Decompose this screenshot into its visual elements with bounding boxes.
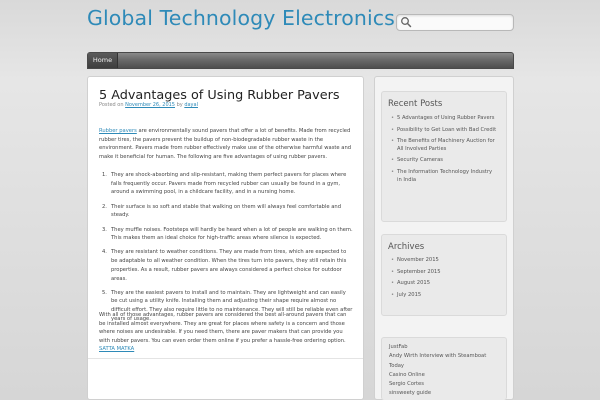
list-item: 1. They are shock-absorbing and slip-resi… [102,171,353,197]
list-item-text: They are resistant to weather conditions… [111,249,347,282]
archive-link[interactable]: • August 2015 [391,280,497,288]
archive-label: November 2015 [397,257,439,263]
recent-posts-heading: Recent Posts [388,99,443,109]
post-divider [88,358,363,359]
archives-heading: Archives [388,242,425,252]
recent-post-label: The Benefits of Machinery Auction for Al… [397,138,495,152]
recent-post-link[interactable]: • 5 Advantages of Using Rubber Pavers [391,115,497,123]
list-item-text: Their surface is so soft and stable that… [111,203,341,219]
bullet-icon: • [391,291,395,298]
nav-item-home[interactable]: Home [88,53,118,68]
list-item-number: 3. [102,226,107,233]
archive-label: September 2015 [397,268,441,275]
recent-post-link[interactable]: • The Benefits of Machinery Auction for A… [391,138,497,153]
nav-bar [87,52,514,69]
recent-post-link[interactable]: • Security Cameras [391,157,497,165]
advantages-list: 1. They are shock-absorbing and slip-resi… [102,171,353,329]
satta-matka-link[interactable]: SATTA MATKA [99,346,134,352]
bullet-icon: • [391,138,395,145]
recent-posts-list: • 5 Advantages of Using Rubber Pavers • Po… [391,115,497,188]
recent-post-label: Security Cameras [397,157,444,164]
recent-post-link[interactable]: • Possibility to Get Loan with Bad Credit [391,126,497,135]
list-item: 4. They are resistant to weather conditio… [102,248,353,283]
list-item-number: 4. [102,249,107,256]
links-list: JustFab Andy Wirth Interview with Steamb… [389,343,499,399]
recent-post-label: 5 Advantages of Using Rubber Pavers [397,115,495,121]
post-intro-paragraph: Rubber pavers are environmentally sound … [99,127,353,162]
sidebar-link[interactable]: Sergio Cortes [389,380,499,389]
recent-post-label: The Information Technology Industry in I… [397,168,493,183]
bullet-icon: • [391,126,395,133]
bullet-icon: • [391,168,395,175]
post-date-link[interactable]: November 26, 2015 [125,102,175,108]
bullet-icon: • [391,115,395,121]
archive-label: July 2015 [397,291,422,298]
sidebar-link[interactable]: sinsweety guide [389,389,499,398]
bullet-icon: • [391,157,395,164]
sidebar-link[interactable]: Casino Online [389,371,499,380]
rubber-pavers-link[interactable]: Rubber pavers [99,128,137,134]
search-icon [401,17,412,28]
bullet-icon: • [391,257,395,263]
list-item-text: They are shock-absorbing and slip-resist… [111,172,347,196]
sidebar-link[interactable]: Andy Wirth Interview with Steamboat Toda… [389,352,499,371]
recent-post-link[interactable]: • The Information Technology Industry in … [391,168,497,184]
post-meta-prefix: Posted on [99,102,126,108]
post-title[interactable]: 5 Advantages of Using Rubber Pavers [99,88,340,103]
list-item: 2. Their surface is so soft and stable th… [102,203,353,220]
archive-link[interactable]: • November 2015 [391,257,497,265]
list-item-text: They muffle noises. Footsteps will hardl… [111,226,353,242]
post-closing-paragraph: With all of those advantages, rubber pav… [99,312,347,345]
search-input[interactable] [415,15,511,30]
list-item-number: 5. [102,289,107,296]
archive-link[interactable]: • September 2015 [391,268,497,277]
post-meta-by: by [175,102,185,108]
recent-post-label: Possibility to Get Loan with Bad Credit [397,126,497,133]
archive-label: August 2015 [397,280,431,287]
post-intro-text: are environmentally sound pavers that of… [99,128,352,161]
archives-list: • November 2015 • September 2015 • August 2… [391,257,497,303]
post-meta: Posted on November 26, 2015 by dayal [99,102,198,108]
sidebar-link[interactable]: JustFab [389,343,499,352]
site-title[interactable]: Global Technology Electronics [87,6,395,30]
archive-link[interactable]: • July 2015 [391,291,497,300]
bullet-icon: • [391,280,395,287]
list-item: 3. They muffle noises. Footsteps will har… [102,226,353,243]
bullet-icon: • [391,268,395,275]
post-author-link[interactable]: dayal [184,102,198,108]
list-item-number: 2. [102,203,107,210]
list-item-number: 1. [102,172,107,178]
